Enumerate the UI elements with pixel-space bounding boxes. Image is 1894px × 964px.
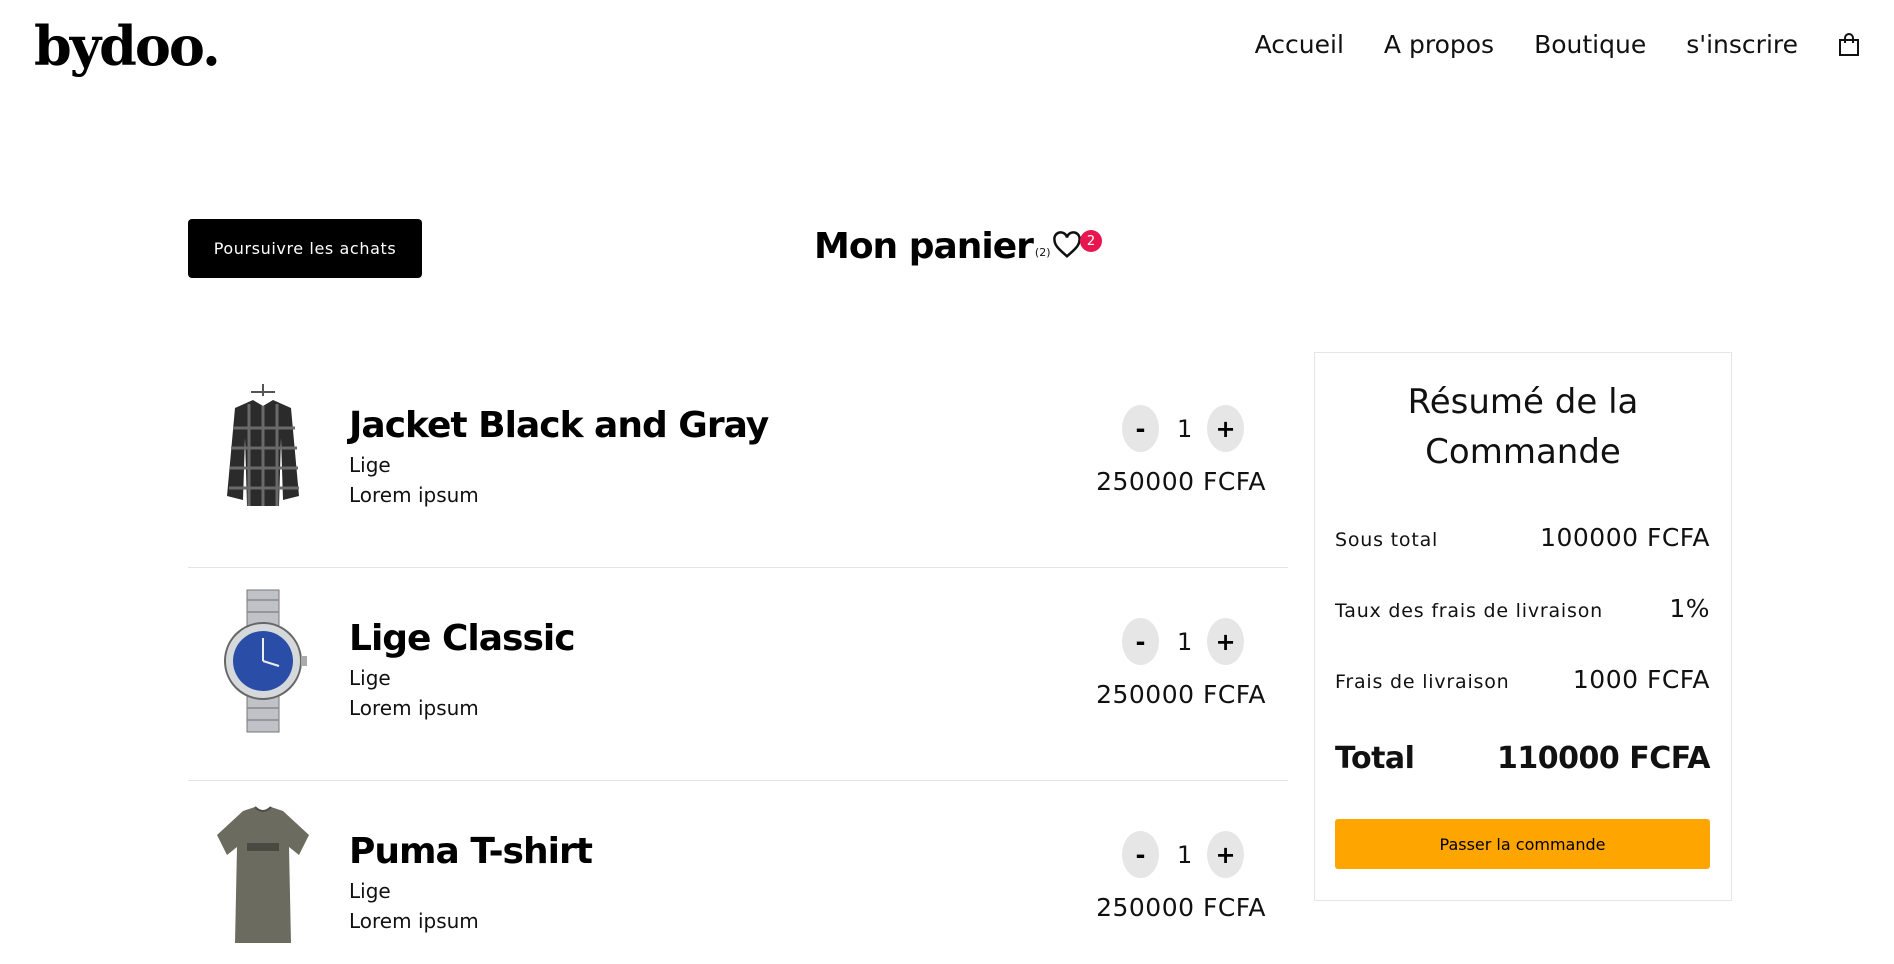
cart-item: Lige Classic Lige Lorem ipsum - 1 + 2500… (188, 568, 1288, 781)
cart-list: Jacket Black and Gray Lige Lorem ipsum -… (188, 355, 1288, 964)
watch-image (210, 588, 316, 733)
cart-title: Mon panier (814, 226, 1034, 267)
quantity-value: 1 (1177, 840, 1193, 869)
decrease-quantity-button[interactable]: - (1122, 405, 1159, 452)
total-label: Total (1335, 741, 1415, 776)
nav-a-propos[interactable]: A propos (1384, 30, 1494, 59)
quantity-stepper: - 1 + (1122, 405, 1244, 452)
increase-quantity-button[interactable]: + (1207, 618, 1244, 665)
page-title: Mon panier (2) (814, 226, 1051, 267)
summary-title: Résumé de la Commande (1407, 382, 1639, 472)
cart-item: Puma T-shirt Lige Lorem ipsum - 1 + 2500… (188, 781, 1288, 964)
heart-icon (1053, 231, 1081, 258)
nav-sinscrire[interactable]: s'inscrire (1686, 30, 1798, 59)
total-value: 110000 FCFA (1497, 741, 1710, 776)
decrease-quantity-button[interactable]: - (1122, 831, 1159, 878)
shipping-rate-label: Taux des frais de livraison (1335, 600, 1603, 622)
item-price: 250000 FCFA (1096, 893, 1266, 922)
quantity-stepper: - 1 + (1122, 618, 1244, 665)
nav-boutique[interactable]: Boutique (1534, 30, 1646, 59)
nav-accueil[interactable]: Accueil (1255, 30, 1344, 59)
item-description: Lorem ipsum (349, 483, 479, 507)
shopping-bag-icon[interactable] (1838, 32, 1860, 57)
item-price: 250000 FCFA (1096, 680, 1266, 709)
increase-quantity-button[interactable]: + (1207, 405, 1244, 452)
wishlist-button[interactable]: 2 (1052, 230, 1102, 263)
cart-item: Jacket Black and Gray Lige Lorem ipsum -… (188, 355, 1288, 568)
order-summary: Résumé de la Commande Sous total 100000 … (1314, 352, 1732, 901)
subtotal-value: 100000 FCFA (1540, 523, 1710, 552)
quantity-value: 1 (1177, 414, 1193, 443)
shipping-fee-value: 1000 FCFA (1572, 665, 1710, 694)
item-description: Lorem ipsum (349, 909, 479, 933)
shipping-rate-value: 1% (1669, 594, 1710, 623)
increase-quantity-button[interactable]: + (1207, 831, 1244, 878)
jacket-image (210, 375, 316, 520)
item-brand: Lige (349, 453, 391, 477)
continue-shopping-button[interactable]: Poursuivre les achats (188, 219, 422, 278)
decrease-quantity-button[interactable]: - (1122, 618, 1159, 665)
tshirt-image (210, 801, 316, 946)
item-description: Lorem ipsum (349, 696, 479, 720)
item-name[interactable]: Jacket Black and Gray (349, 405, 769, 446)
subtotal-row: Sous total 100000 FCFA (1335, 523, 1710, 552)
quantity-stepper: - 1 + (1122, 831, 1244, 878)
place-order-button[interactable]: Passer la commande (1335, 819, 1710, 869)
wishlist-badge: 2 (1080, 230, 1102, 252)
total-row: Total 110000 FCFA (1335, 741, 1710, 776)
item-brand: Lige (349, 879, 391, 903)
shipping-fee-label: Frais de livraison (1335, 671, 1510, 693)
shipping-rate-row: Taux des frais de livraison 1% (1335, 594, 1710, 623)
quantity-value: 1 (1177, 627, 1193, 656)
item-brand: Lige (349, 666, 391, 690)
item-name[interactable]: Puma T-shirt (349, 831, 593, 872)
subtotal-label: Sous total (1335, 529, 1439, 551)
cart-count: (2) (1034, 246, 1051, 259)
item-price: 250000 FCFA (1096, 467, 1266, 496)
main-nav: Accueil A propos Boutique s'inscrire (1255, 30, 1860, 59)
item-name[interactable]: Lige Classic (349, 618, 576, 659)
logo[interactable]: bydoo. (34, 14, 221, 78)
shipping-fee-row: Frais de livraison 1000 FCFA (1335, 665, 1710, 694)
